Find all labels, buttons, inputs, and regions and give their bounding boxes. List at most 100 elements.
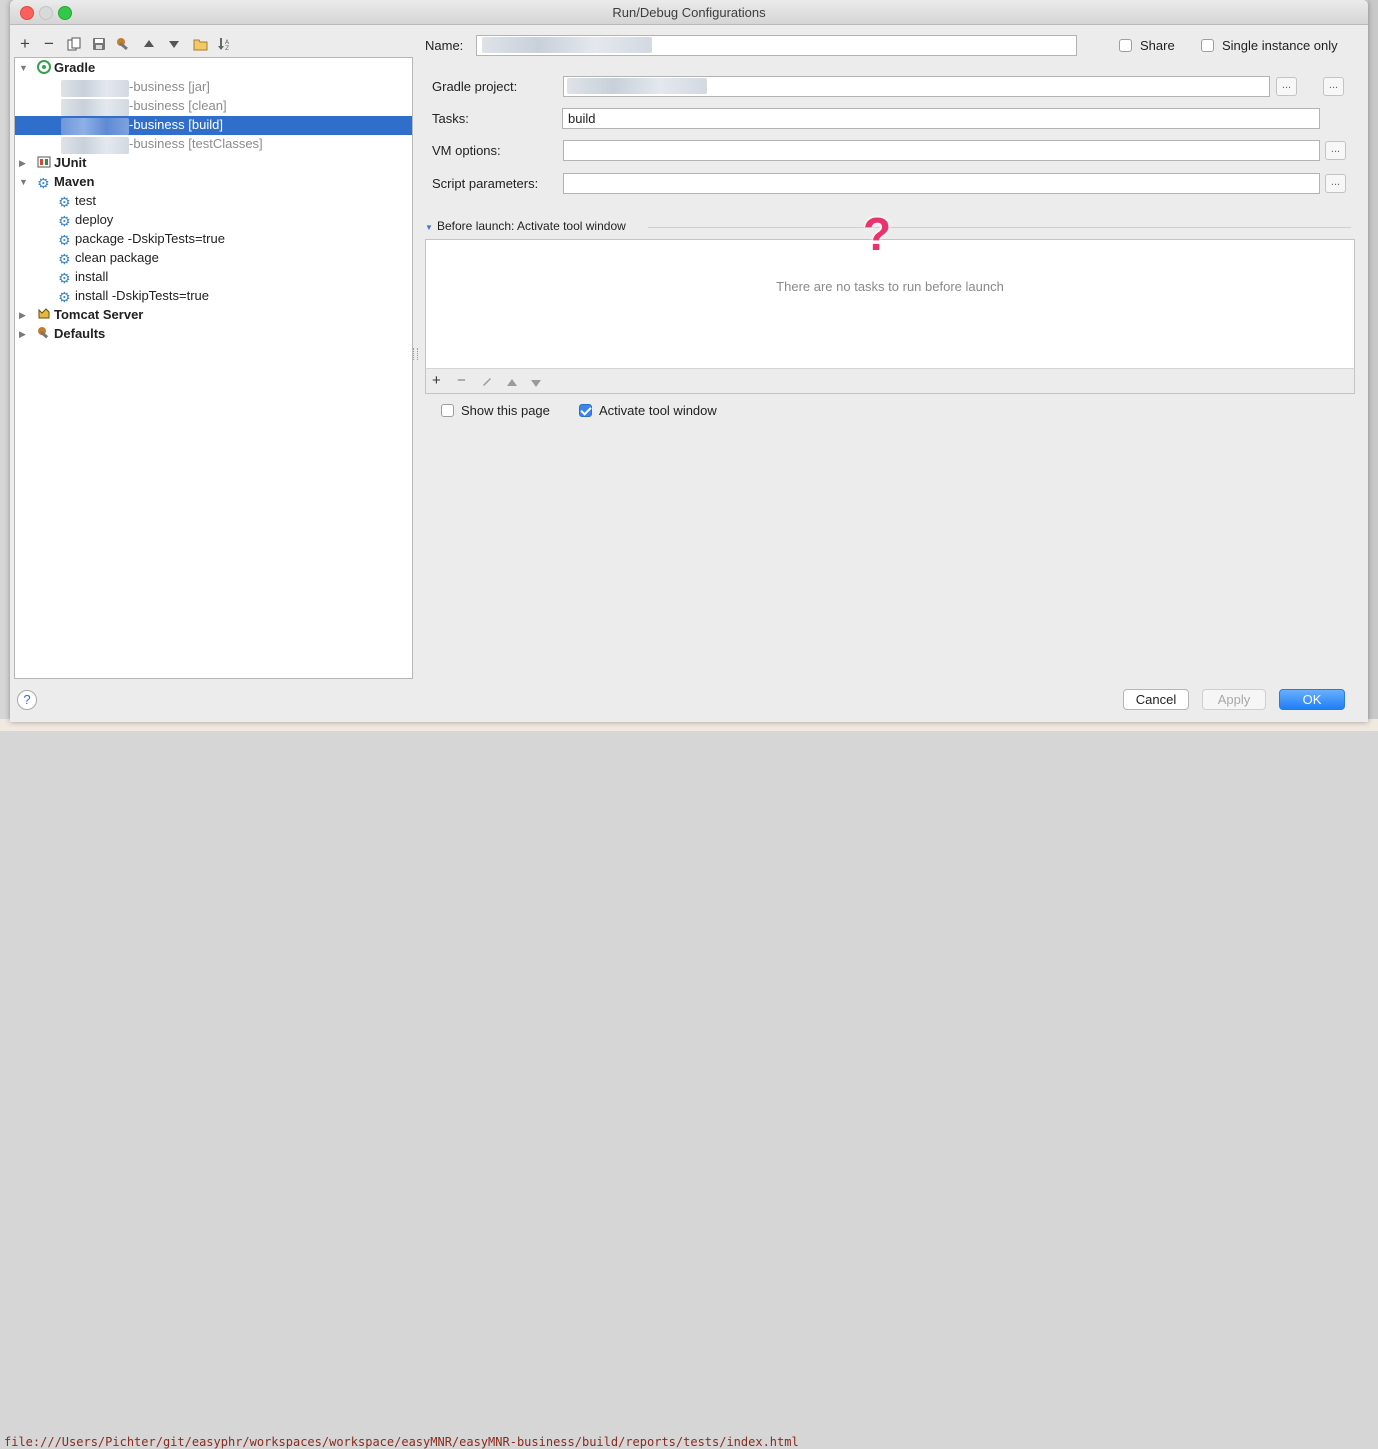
tree-group-label: Maven [54,174,95,189]
help-button[interactable]: ? [17,690,37,710]
vm-options-expand-button[interactable]: ... [1325,141,1346,160]
edit-defaults-button[interactable] [115,36,133,52]
tree-item-gradle[interactable]: -business [jar] [129,77,210,96]
tree-item-label: deploy [75,212,114,227]
gear-icon: ⚙ [58,232,71,248]
script-parameters-expand-button[interactable]: ... [1325,174,1346,193]
script-parameters-input[interactable] [563,173,1320,194]
background-ide-edge [1368,0,1378,731]
show-this-page-label: Show this page [461,403,550,418]
single-instance-checkbox[interactable] [1201,39,1214,52]
tree-item-maven[interactable]: ⚙ install -DskipTests=true [58,286,209,305]
tree-item-gradle[interactable]: -business [clean] [129,96,227,115]
title-bar: Run/Debug Configurations [10,0,1368,25]
tree-item-maven[interactable]: ⚙ install [58,267,108,286]
redacted-name [482,37,652,53]
save-configuration-button[interactable] [90,36,108,52]
remove-task-button[interactable]: − [457,372,466,389]
gear-icon: ⚙ [37,175,50,191]
redacted-name [61,137,129,154]
wrench-icon [38,327,49,339]
tree-group-junit[interactable]: JUnit [37,153,87,172]
show-this-page-checkbox[interactable] [441,404,454,417]
annotation-question-mark: ? [863,208,892,260]
ok-button[interactable]: OK [1279,689,1345,710]
junit-icon [37,156,51,168]
name-input[interactable] [476,35,1077,56]
splitter-handle[interactable] [413,348,418,360]
activate-tool-window-checkbox[interactable] [579,404,592,417]
tree-group-label: Defaults [54,326,106,341]
tree-item-label: package -DskipTests=true [75,231,225,246]
tree-group-maven[interactable]: ⚙ Maven [37,172,94,191]
tasks-input[interactable]: build [562,108,1320,129]
run-debug-dialog: Run/Debug Configurations + − AZ ▼ Gradle… [10,0,1368,722]
collapse-triangle-icon[interactable]: ▼ [425,223,433,232]
name-label: Name: [425,38,464,53]
expand-arrow-icon[interactable]: ▼ [19,63,28,73]
collapse-arrow-icon[interactable]: ▶ [19,158,26,169]
section-divider [648,227,1351,228]
add-task-button[interactable]: + [432,372,441,389]
save-icon [93,38,105,50]
cancel-button[interactable]: Cancel [1123,689,1189,710]
expand-arrow-icon[interactable]: ▼ [19,177,28,187]
wrench-icon [117,38,128,51]
window-title: Run/Debug Configurations [612,5,766,20]
tree-item-label: install [75,269,109,284]
move-down-icon [531,380,541,387]
activate-tool-window-label: Activate tool window [599,403,717,418]
redacted-name [61,80,129,97]
sort-configurations-button[interactable]: AZ [216,36,234,52]
gradle-icon [37,60,51,74]
tree-group-label: Tomcat Server [54,307,144,322]
tree-item-maven[interactable]: ⚙ deploy [58,210,113,229]
add-configuration-button[interactable]: + [16,34,34,53]
move-up-icon [507,379,517,386]
move-down-button[interactable] [165,36,183,52]
move-task-up-button[interactable] [506,375,518,392]
vm-options-label: VM options: [432,143,501,158]
tree-group-tomcat[interactable]: Tomcat Server [37,305,143,324]
gear-icon: ⚙ [58,289,71,305]
redacted-name [61,99,129,116]
tree-item-label: test [75,193,96,208]
share-checkbox[interactable] [1119,39,1132,52]
collapse-arrow-icon[interactable]: ▶ [19,310,26,321]
configurations-tree[interactable]: ▼ Gradle -business [jar] -business [clea… [14,57,413,679]
redacted-path [567,78,707,94]
pencil-icon [483,378,491,386]
gradle-project-label: Gradle project: [432,79,518,94]
script-parameters-label: Script parameters: [432,176,539,191]
gradle-project-input[interactable] [563,76,1270,97]
tree-item-maven[interactable]: ⚙ clean package [58,248,159,267]
gradle-project-browse-button[interactable]: ... [1276,77,1297,96]
gear-icon: ⚙ [58,270,71,286]
tree-item-maven[interactable]: ⚙ test [58,191,96,210]
before-launch-header[interactable]: Before launch: Activate tool window [437,219,626,233]
apply-button[interactable]: Apply [1202,689,1266,710]
console-path-text: file:///Users/Pichter/git/easyphr/worksp… [4,1435,799,1449]
tree-item-gradle[interactable]: -business [testClasses] [129,134,263,153]
create-folder-button[interactable] [191,36,209,52]
gear-icon: ⚙ [58,194,71,210]
move-up-button[interactable] [140,36,158,52]
edit-task-button[interactable] [481,374,493,391]
tree-group-label: Gradle [54,60,96,75]
tree-group-gradle[interactable]: Gradle [37,58,95,77]
tree-item-maven[interactable]: ⚙ package -DskipTests=true [58,229,225,248]
copy-icon [67,37,81,51]
move-up-icon [144,40,154,47]
empty-tasks-text: There are no tasks to run before launch [776,279,1004,294]
vm-options-input[interactable] [563,140,1320,161]
folder-icon [193,39,207,50]
tree-item-gradle-selected[interactable]: -business [build] [129,115,223,134]
gear-icon: ⚙ [58,251,71,267]
move-task-down-button[interactable] [530,375,542,392]
gradle-project-select-button[interactable]: ... [1323,77,1344,96]
tree-group-defaults[interactable]: Defaults [37,324,105,343]
redacted-name [61,118,129,135]
remove-configuration-button[interactable]: − [40,34,58,53]
collapse-arrow-icon[interactable]: ▶ [19,329,26,340]
copy-configuration-button[interactable] [65,36,83,52]
